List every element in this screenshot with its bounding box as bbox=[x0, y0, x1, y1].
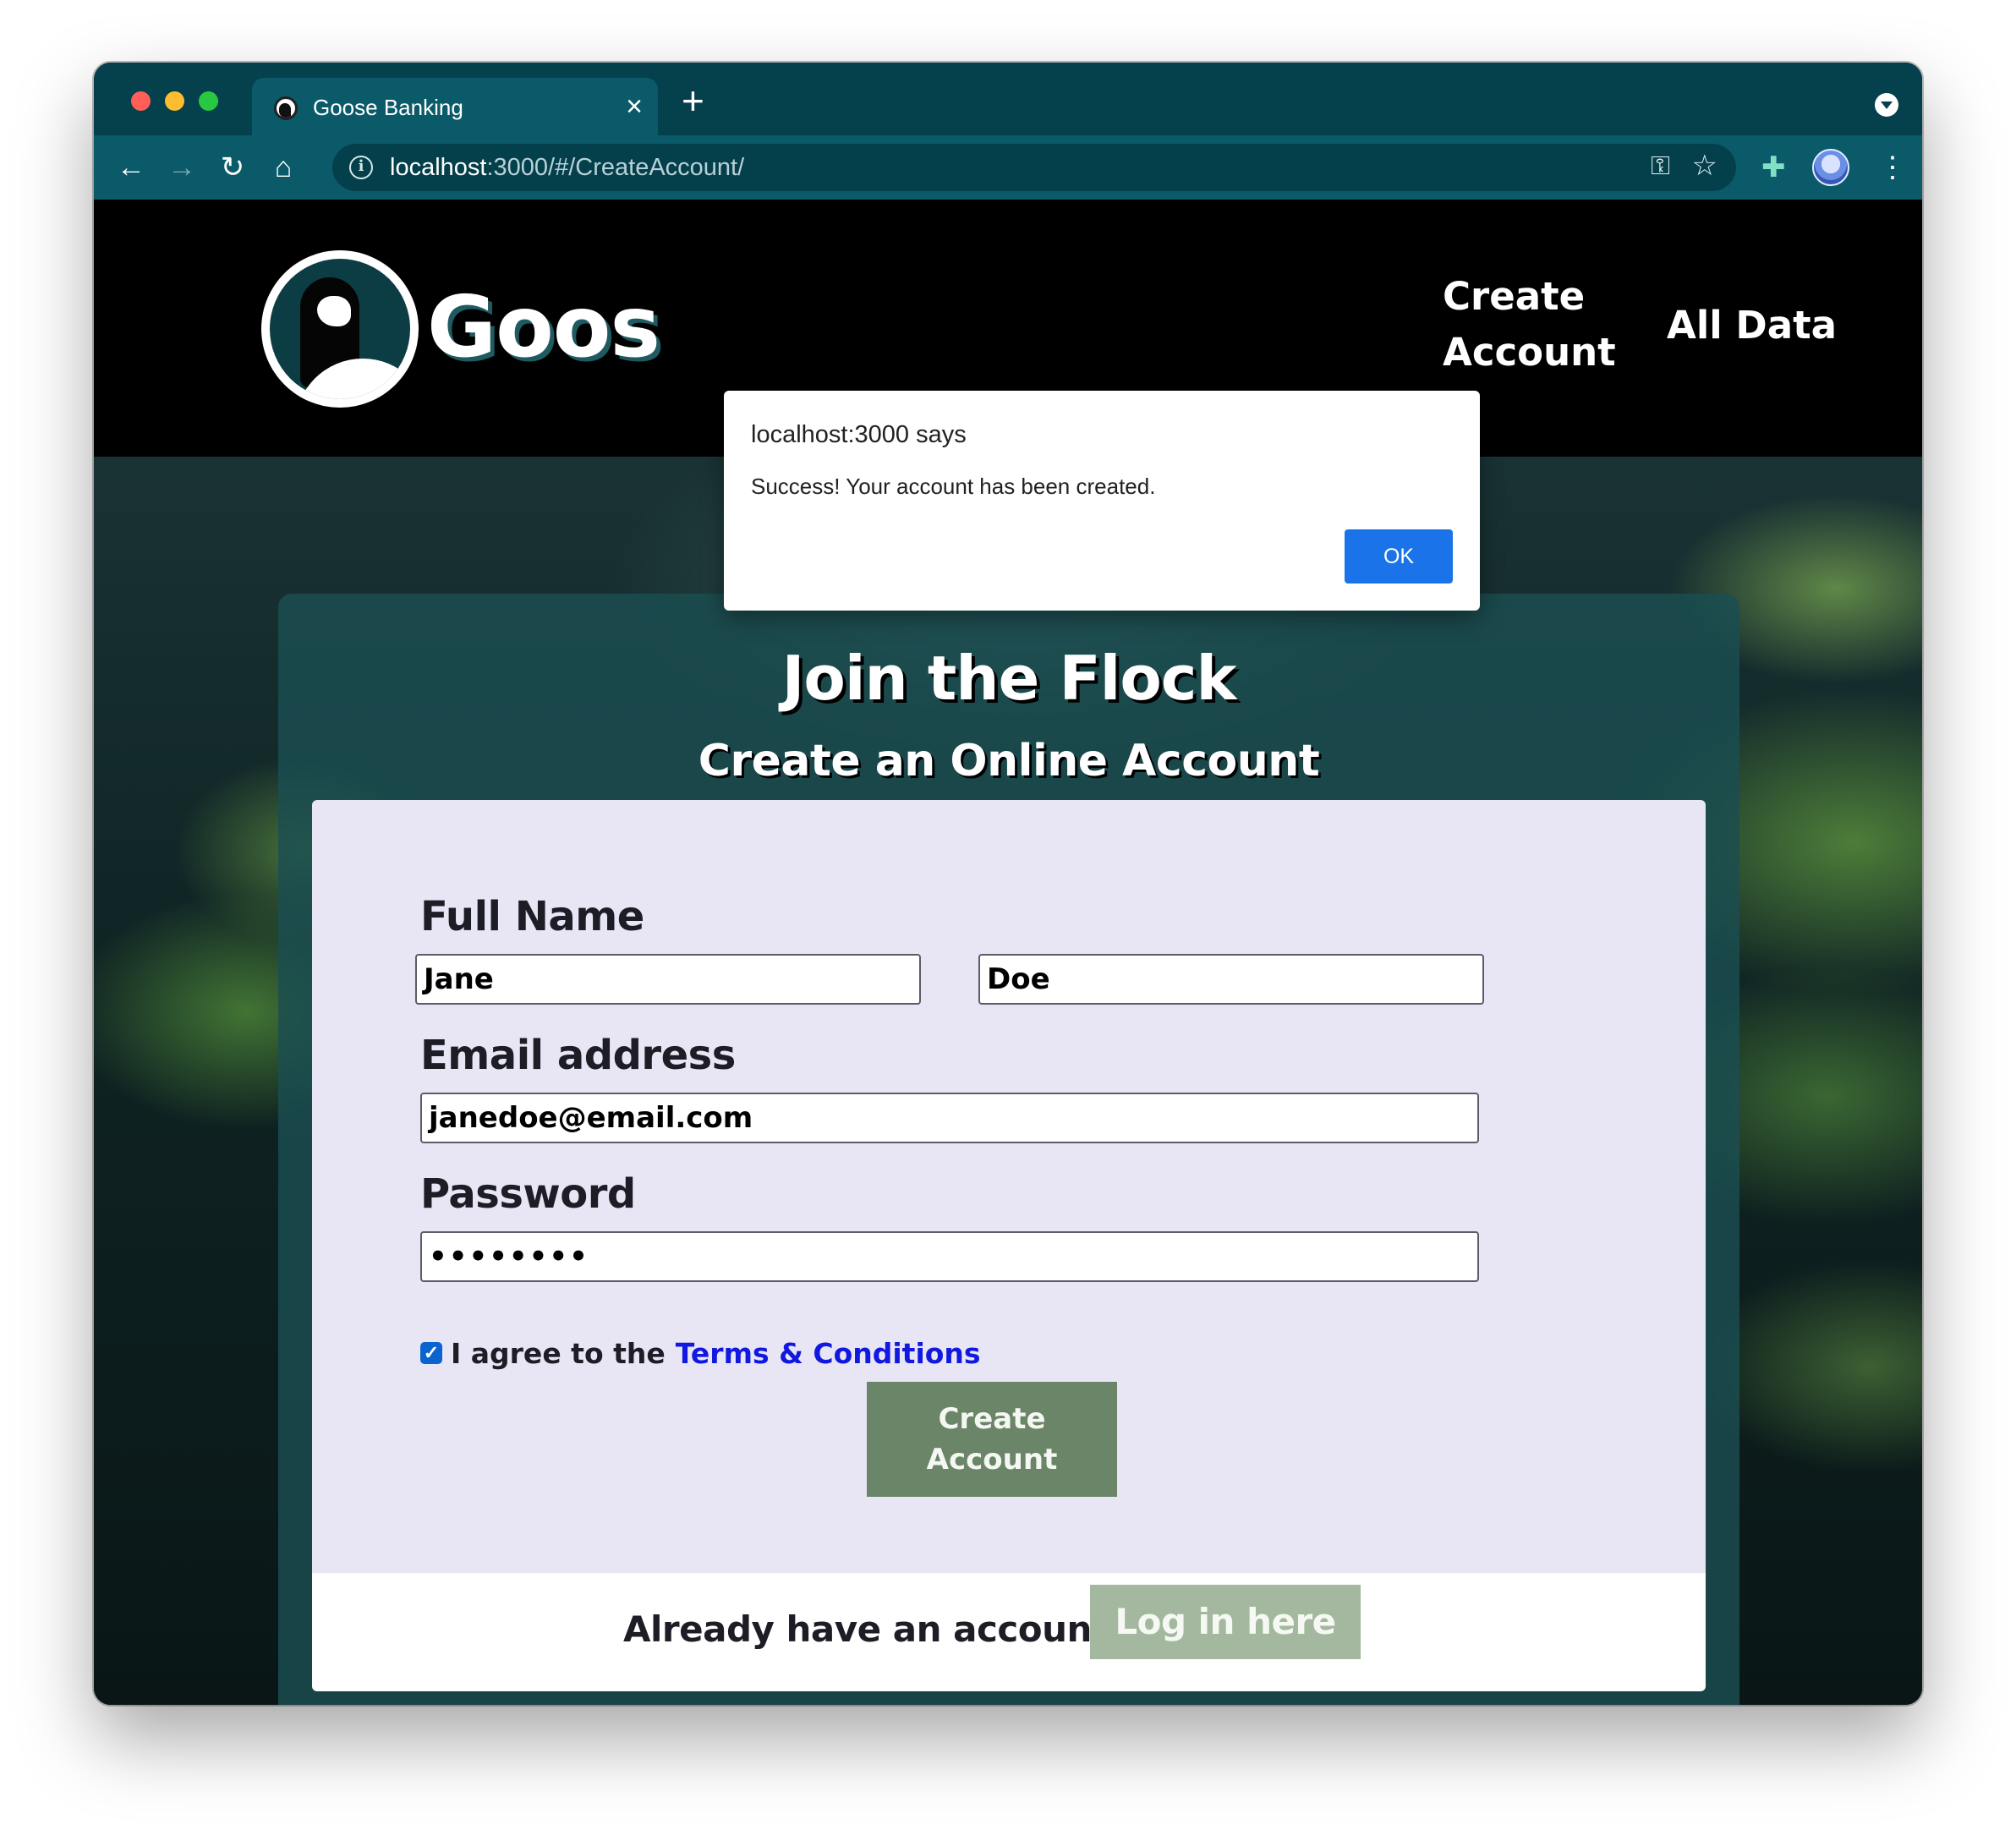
terms-conditions-link[interactable]: Terms & Conditions bbox=[676, 1337, 981, 1370]
logo-goose-cheek bbox=[317, 296, 351, 326]
email-input[interactable]: janedoe@email.com bbox=[420, 1093, 1479, 1143]
brand-name[interactable]: Goos bbox=[427, 277, 660, 376]
page-viewport: Goos Create Account All Data Join the Fl… bbox=[94, 200, 1922, 1705]
address-bar[interactable]: i localhost:3000/#/CreateAccount/ ⚿ ☆ bbox=[332, 144, 1736, 191]
url-text[interactable]: localhost:3000/#/CreateAccount/ bbox=[390, 154, 744, 182]
email-label: Email address bbox=[420, 1032, 736, 1079]
page-title: Join the Flock bbox=[781, 643, 1237, 714]
nav-all-data-link[interactable]: All Data bbox=[1667, 298, 1837, 353]
browser-toolbar: ← → ↻ ⌂ i localhost:3000/#/CreateAccount… bbox=[94, 135, 1922, 200]
alert-message: Success! Your account has been created. bbox=[751, 474, 1156, 499]
back-icon[interactable]: ← bbox=[111, 147, 151, 188]
create-account-card: Join the Flock Create an Online Account … bbox=[278, 594, 1739, 1705]
tab-search-icon[interactable] bbox=[1875, 93, 1898, 117]
create-account-button-label: Create Account bbox=[926, 1402, 1058, 1477]
extensions-puzzle-icon[interactable]: ✚ bbox=[1761, 151, 1786, 184]
terms-agreement-row: ✓ I agree to the Terms & Conditions bbox=[420, 1336, 981, 1370]
alert-ok-button[interactable]: OK bbox=[1345, 529, 1453, 584]
password-input[interactable]: •••••••• bbox=[420, 1231, 1479, 1282]
login-footer: Already have an account? Log in here bbox=[312, 1573, 1706, 1691]
browser-menu-icon[interactable]: ⋮ bbox=[1878, 149, 1907, 186]
logo-circle bbox=[270, 259, 410, 399]
first-name-input[interactable]: Jane bbox=[415, 954, 921, 1005]
url-path: :3000/#/CreateAccount/ bbox=[486, 154, 745, 181]
minimize-window-button[interactable] bbox=[165, 91, 184, 111]
page-subtitle: Create an Online Account bbox=[698, 736, 1320, 786]
reload-icon[interactable]: ↻ bbox=[212, 147, 253, 188]
last-name-input[interactable]: Doe bbox=[978, 954, 1484, 1005]
login-button[interactable]: Log in here bbox=[1090, 1585, 1361, 1659]
tab-title: Goose Banking bbox=[313, 95, 463, 120]
close-window-button[interactable] bbox=[131, 91, 151, 111]
already-have-account-text: Already have an account? bbox=[623, 1608, 1129, 1650]
create-account-button[interactable]: Create Account bbox=[867, 1382, 1117, 1497]
title-bar: Goose Banking × + bbox=[94, 63, 1922, 135]
agree-text: I agree to the bbox=[451, 1336, 666, 1370]
new-tab-icon[interactable]: + bbox=[682, 81, 704, 120]
forward-icon[interactable]: → bbox=[162, 147, 202, 188]
bookmark-star-icon[interactable]: ☆ bbox=[1692, 149, 1717, 183]
home-icon[interactable]: ⌂ bbox=[263, 147, 304, 188]
maximize-window-button[interactable] bbox=[199, 91, 218, 111]
goose-favicon-icon bbox=[274, 96, 298, 120]
url-host: localhost bbox=[390, 154, 487, 181]
alert-dialog: localhost:3000 says Success! Your accoun… bbox=[724, 391, 1480, 611]
password-label: Password bbox=[420, 1170, 636, 1218]
nav-create-account-link[interactable]: Create Account bbox=[1443, 269, 1637, 381]
full-name-label: Full Name bbox=[420, 893, 644, 940]
password-key-icon[interactable]: ⚿ bbox=[1651, 152, 1670, 181]
profile-avatar[interactable] bbox=[1812, 149, 1849, 186]
create-account-form: Full Name Jane Doe Email address janedoe… bbox=[312, 800, 1706, 1573]
agree-checkbox[interactable]: ✓ bbox=[420, 1342, 442, 1364]
browser-window: Goose Banking × + ← → ↻ ⌂ i localhost:30… bbox=[94, 63, 1922, 1705]
goose-logo-icon[interactable] bbox=[261, 250, 419, 408]
tab-close-icon[interactable]: × bbox=[626, 90, 643, 123]
alert-title: localhost:3000 says bbox=[751, 421, 967, 448]
browser-tab[interactable]: Goose Banking × bbox=[252, 78, 658, 135]
site-info-icon[interactable]: i bbox=[349, 156, 373, 179]
